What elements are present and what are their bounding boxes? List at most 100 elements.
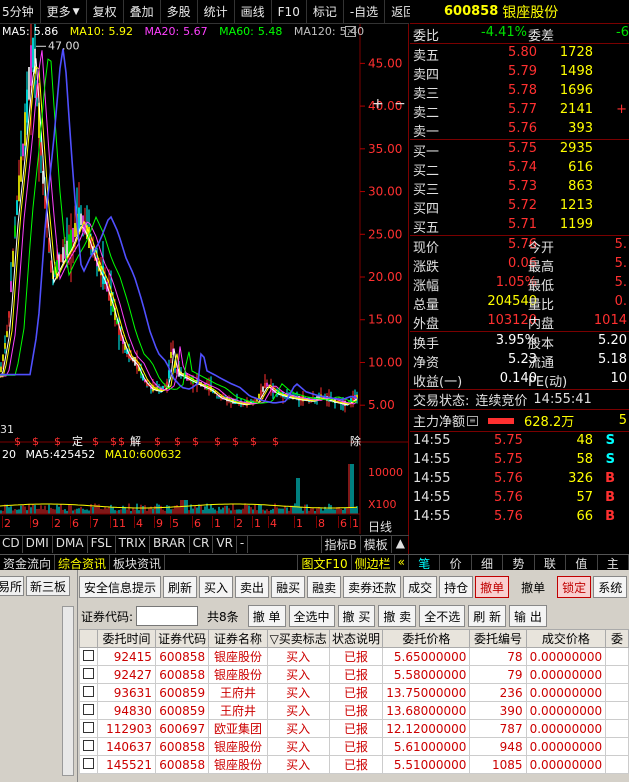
event-marker[interactable]: $	[54, 435, 61, 448]
sell-button[interactable]: 卖出	[235, 576, 270, 598]
bid-row[interactable]: 买四 5.72 1213	[410, 197, 629, 217]
ask-row[interactable]: 卖五 5.80 1728	[410, 44, 629, 64]
period-tag[interactable]: 日线	[368, 518, 392, 535]
sell-repay-button[interactable]: 卖券还款	[343, 576, 402, 598]
event-marker[interactable]: $	[232, 435, 239, 448]
btn-remove-watchlist[interactable]: -自选	[344, 0, 386, 23]
tab-sector-news[interactable]: 板块资讯	[110, 555, 166, 571]
holdings-button[interactable]: 持仓	[439, 576, 474, 598]
deals-button[interactable]: 成交	[403, 576, 438, 598]
row-checkbox[interactable]	[83, 721, 94, 733]
indicator-fsl[interactable]: FSL	[88, 536, 116, 553]
tab-general-news[interactable]: 综合资讯	[55, 555, 111, 571]
neeq-button[interactable]: 新三板	[26, 576, 70, 596]
tick-list[interactable]: 14:55 5.75 48 S 14:55 5.75 58 S 14:55 5.76 326 B 14:…	[410, 431, 629, 527]
cancel-buys-button[interactable]: 撤 买	[337, 605, 376, 627]
tab-sidebar[interactable]: 侧边栏	[352, 555, 395, 571]
column-header[interactable]: 证券名称	[208, 629, 268, 648]
lock-button[interactable]: 锁定	[557, 576, 592, 598]
tab-fund-flow[interactable]: 资金流向	[0, 555, 56, 571]
btn-f10[interactable]: F10	[272, 0, 307, 23]
expand-icon[interactable]: ▲	[390, 536, 409, 553]
sidebar-scrollbar[interactable]	[62, 606, 74, 776]
row-checkbox[interactable]	[83, 685, 94, 697]
tab-tick[interactable]: 笔	[409, 555, 441, 571]
column-header[interactable]: ▽买卖标志	[266, 629, 330, 648]
row-checkbox[interactable]	[83, 703, 94, 715]
column-header[interactable]: 委托时间	[97, 629, 156, 648]
event-marker[interactable]: $	[32, 435, 39, 448]
order-row[interactable]: 92415 600858 银座股份 买入 已报 5.65000000 78 0.0000000…	[79, 647, 629, 666]
security-tips-button[interactable]: 安全信息提示	[79, 576, 162, 598]
buy-button[interactable]: 买入	[199, 576, 234, 598]
event-marker[interactable]: $	[14, 435, 21, 448]
event-marker[interactable]: $	[272, 435, 279, 448]
event-marker[interactable]: 除	[350, 434, 361, 448]
collapse-icon[interactable]: «	[395, 555, 409, 570]
refresh-button[interactable]: 刷新	[163, 576, 198, 598]
ask-row[interactable]: 卖一 5.76 393	[410, 120, 629, 140]
btn-draw-line[interactable]: 画线	[235, 0, 272, 23]
tab-trend[interactable]: 势	[503, 555, 535, 571]
column-header[interactable]: 委托编号	[469, 629, 527, 648]
zoom-out-button[interactable]: −	[394, 96, 406, 112]
bid-row[interactable]: 买五 5.71 1199	[410, 216, 629, 236]
ask-row[interactable]: 卖三 5.78 1696	[410, 82, 629, 102]
event-marker[interactable]: 解	[130, 434, 141, 448]
select-all-button[interactable]: 全选中	[288, 605, 335, 627]
exchange-button[interactable]: 易所	[0, 576, 24, 596]
cancel-order-tab[interactable]: 撤单	[475, 576, 510, 598]
tab-main[interactable]: 主	[598, 555, 629, 571]
row-checkbox-cell[interactable]	[79, 755, 98, 774]
margin-buy-button[interactable]: 融买	[271, 576, 306, 598]
column-header[interactable]: 状态说明	[328, 629, 384, 648]
indicator-brar[interactable]: BRAR	[150, 536, 190, 553]
ask-row[interactable]: 卖四 5.79 1498	[410, 63, 629, 83]
row-checkbox-cell[interactable]	[79, 737, 98, 756]
order-row[interactable]: 94830 600859 王府井 买入 已报 13.68000000 390 0.000000…	[79, 701, 629, 720]
row-checkbox[interactable]	[83, 739, 94, 751]
select-none-button[interactable]: 全不选	[419, 605, 466, 627]
btn-overlay[interactable]: 叠加	[124, 0, 161, 23]
row-checkbox[interactable]	[83, 649, 94, 661]
btn-restore-rights[interactable]: 复权	[87, 0, 124, 23]
btn-mark[interactable]: 标记	[307, 0, 344, 23]
event-marker[interactable]: $	[154, 435, 161, 448]
cancel-selected-button[interactable]: 撤 单	[247, 605, 286, 627]
row-checkbox-cell[interactable]	[79, 701, 98, 720]
event-marker[interactable]: $	[250, 435, 257, 448]
row-checkbox-cell[interactable]	[79, 665, 98, 684]
indicator-cd[interactable]: CD	[0, 536, 23, 553]
system-button[interactable]: 系统	[593, 576, 628, 598]
row-checkbox-cell[interactable]	[79, 647, 98, 666]
refresh-list-button[interactable]: 刷 新	[468, 605, 507, 627]
row-checkbox-cell[interactable]	[79, 683, 98, 702]
indicator-vr[interactable]: VR	[213, 536, 237, 553]
export-button[interactable]: 输 出	[509, 605, 547, 627]
row-checkbox[interactable]	[83, 757, 94, 769]
event-marker[interactable]: $	[118, 435, 125, 448]
order-row[interactable]: 140637 600858 银座股份 买入 已报 5.61000000 948 0.00000…	[79, 737, 629, 756]
event-marker[interactable]: $	[214, 435, 221, 448]
order-row[interactable]: 112903 600697 欧亚集团 买入 已报 12.12000000 787 0.0000…	[79, 719, 629, 738]
indicator-more[interactable]: -	[237, 536, 249, 553]
indicator-cr[interactable]: CR	[190, 536, 214, 553]
indicator-dma[interactable]: DMA	[53, 536, 88, 553]
zoom-in-button[interactable]: +	[372, 96, 384, 112]
bid-row[interactable]: 买二 5.74 616	[410, 159, 629, 179]
btn-statistics[interactable]: 统计	[198, 0, 235, 23]
column-header[interactable]: 证券代码	[154, 629, 210, 648]
tab-detail[interactable]: 细	[472, 555, 504, 571]
indicator-trix[interactable]: TRIX	[116, 536, 151, 553]
column-header[interactable]	[79, 629, 98, 648]
column-header[interactable]: 委	[605, 629, 629, 648]
cancel-order-tab-2[interactable]: 撤单	[511, 576, 555, 598]
event-marker[interactable]: $	[192, 435, 199, 448]
bid-row[interactable]: 买一 5.75 2935	[410, 140, 629, 160]
row-checkbox-cell[interactable]	[79, 719, 98, 738]
column-header[interactable]: 成交价格	[525, 629, 607, 648]
tab-value[interactable]: 值	[566, 555, 598, 571]
margin-sell-button[interactable]: 融卖	[307, 576, 342, 598]
indicator-dmi[interactable]: DMI	[23, 536, 53, 553]
order-row[interactable]: 145521 600858 银座股份 买入 已报 5.51000000 1085 0.0000…	[79, 755, 629, 774]
